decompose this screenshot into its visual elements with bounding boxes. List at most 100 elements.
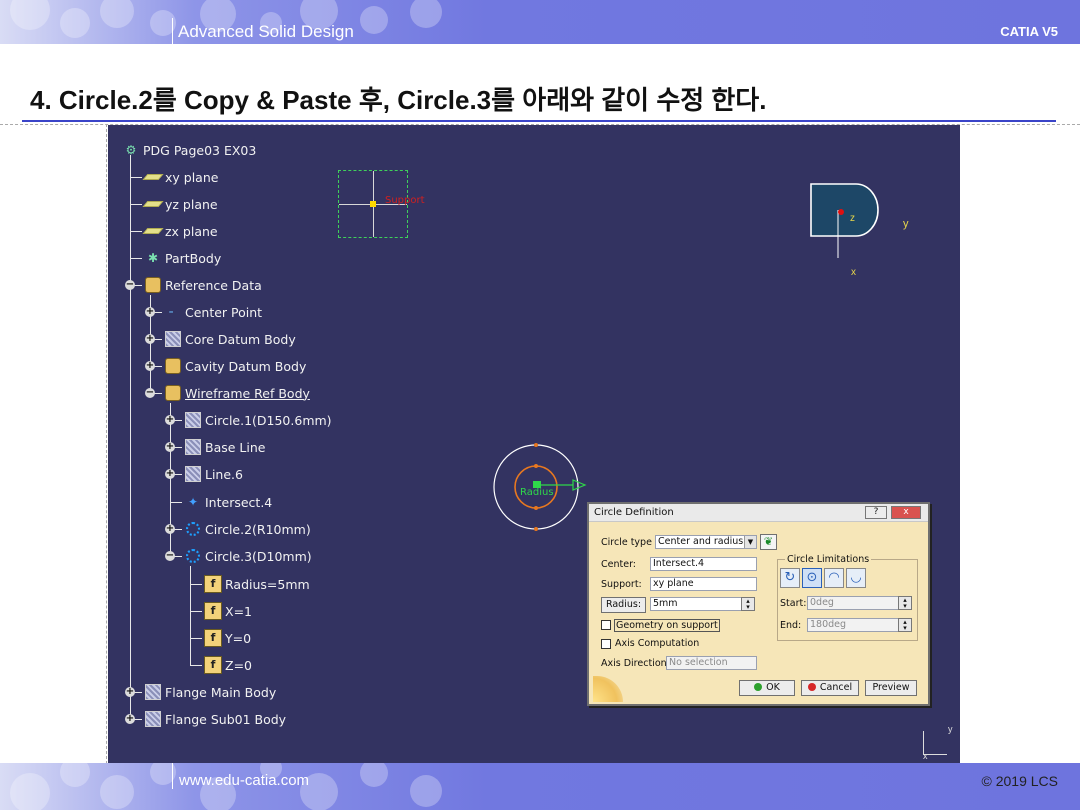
title-underline	[22, 120, 1056, 122]
tree-item-yz-plane[interactable]: yz plane	[142, 194, 218, 214]
product-name: CATIA V5	[1000, 24, 1058, 39]
parameter-icon: f	[204, 656, 222, 674]
ok-button[interactable]: OK	[739, 680, 795, 696]
page-title: 4. Circle.2를 Copy & Paste 후, Circle.3를 아…	[30, 85, 767, 115]
axis-computation-label: Axis Computation	[615, 638, 700, 649]
body-icon	[185, 466, 201, 482]
parameter-icon: f	[204, 629, 222, 647]
trimmed-circle-icon[interactable]: ◠	[824, 568, 844, 588]
tree-item-reference-data[interactable]: Reference Data	[144, 275, 262, 295]
plane-icon	[142, 174, 164, 180]
specification-tree: − + + + − + + + + − + + ⚙ PDG Page03 EX0…	[108, 125, 508, 763]
tree-item-circle-2[interactable]: Circle.2(R10mm)	[184, 519, 311, 539]
plane-icon	[142, 201, 164, 207]
tree-item-wireframe-ref-body[interactable]: Wireframe Ref Body	[164, 383, 310, 403]
expand-icon[interactable]: +	[145, 334, 155, 344]
tree-item-flange-main-body[interactable]: Flange Main Body	[144, 682, 276, 702]
geometrical-set-icon	[145, 277, 161, 293]
tree-item-flange-sub01-body[interactable]: Flange Sub01 Body	[144, 709, 286, 729]
expand-icon[interactable]: +	[165, 442, 175, 452]
tree-item-cavity-datum-body[interactable]: Cavity Datum Body	[164, 356, 306, 376]
header-title: Advanced Solid Design	[178, 22, 354, 41]
support-field[interactable]: xy plane	[650, 577, 757, 591]
tree-item-circle-3[interactable]: Circle.3(D10mm)	[184, 546, 312, 566]
footer-divider	[172, 763, 173, 789]
copyright: © 2019 LCS	[981, 773, 1058, 789]
body-icon	[165, 331, 181, 347]
part-circle-icon[interactable]: ↻	[780, 568, 800, 588]
tree-item-radius[interactable]: f Radius=5mm	[204, 574, 310, 594]
compass-x-label: x	[923, 751, 928, 761]
collapse-icon[interactable]: −	[125, 280, 135, 290]
website-link[interactable]: www.edu-catia.com	[179, 772, 309, 789]
tree-item-z[interactable]: f Z=0	[204, 655, 252, 675]
tree-item-core-datum-body[interactable]: Core Datum Body	[164, 329, 296, 349]
body-icon	[145, 711, 161, 727]
collapse-icon[interactable]: −	[165, 551, 175, 561]
dialog-titlebar[interactable]: Circle Definition ? x	[589, 504, 928, 522]
complementary-circle-icon[interactable]: ◡	[846, 568, 866, 588]
guide-line-vertical	[106, 124, 107, 764]
ok-icon	[754, 683, 763, 691]
expand-icon[interactable]: +	[165, 524, 175, 534]
axis-widget	[810, 183, 879, 258]
tree-item-xy-plane[interactable]: xy plane	[142, 167, 218, 187]
plane-icon	[142, 228, 164, 234]
circle-icon	[186, 549, 200, 563]
center-field[interactable]: Intersect.4	[650, 557, 757, 571]
law-button-icon[interactable]: ❦	[760, 534, 777, 550]
tree-item-zx-plane[interactable]: zx plane	[142, 221, 218, 241]
tree-item-x[interactable]: f X=1	[204, 601, 252, 621]
start-label: Start:	[780, 598, 807, 609]
start-field[interactable]: 0deg	[807, 596, 899, 610]
end-spinner[interactable]: ▴ ▾	[898, 618, 912, 632]
tree-item-circle-1[interactable]: Circle.1(D150.6mm)	[184, 410, 332, 430]
tree-item-intersect-4[interactable]: ✦ Intersect.4	[184, 492, 272, 512]
support-label: Support:	[601, 579, 642, 590]
cancel-button[interactable]: Cancel	[801, 680, 859, 696]
circle-definition-dialog[interactable]: Circle Definition ? x Circle type : Cent…	[587, 502, 930, 706]
center-point[interactable]	[370, 201, 376, 207]
tree-root[interactable]: ⚙ PDG Page03 EX03	[122, 140, 257, 160]
radius-spinner[interactable]: ▴ ▾	[741, 597, 755, 611]
tree-item-base-line[interactable]: Base Line	[184, 437, 265, 457]
point-icon: ╴	[169, 305, 177, 319]
tree-item-center-point[interactable]: ╴ Center Point	[164, 302, 262, 322]
expand-icon[interactable]: +	[145, 307, 155, 317]
preview-button[interactable]: Preview	[865, 680, 917, 696]
help-button[interactable]: ?	[865, 506, 887, 519]
center-label: Center:	[601, 559, 637, 570]
axis-y-label: y	[903, 218, 909, 230]
tree-item-y[interactable]: f Y=0	[204, 628, 251, 648]
axis-z-label: z	[850, 213, 855, 224]
header-divider	[172, 18, 173, 44]
axis-direction-field[interactable]: No selection	[666, 656, 757, 670]
collapse-icon[interactable]: −	[145, 388, 155, 398]
tree-item-line-6[interactable]: Line.6	[184, 464, 243, 484]
part-icon: ⚙	[125, 143, 137, 157]
start-spinner[interactable]: ▴ ▾	[898, 596, 912, 610]
parameter-icon: f	[204, 602, 222, 620]
circle-type-select[interactable]: Center and radius ▼	[655, 535, 757, 549]
close-button[interactable]: x	[891, 506, 921, 519]
radius-field[interactable]: 5mm	[650, 597, 743, 611]
body-icon	[185, 412, 201, 428]
expand-icon[interactable]: +	[145, 361, 155, 371]
radius-button[interactable]: Radius:	[601, 597, 646, 613]
parameter-icon: f	[204, 575, 222, 593]
geometrical-set-icon	[165, 358, 181, 374]
expand-icon[interactable]: +	[125, 714, 135, 724]
axis-computation-checkbox[interactable]	[601, 639, 611, 649]
chevron-down-icon[interactable]: ▼	[744, 536, 756, 548]
tree-item-partbody[interactable]: ✱ PartBody	[144, 248, 221, 268]
expand-icon[interactable]: +	[165, 469, 175, 479]
end-field[interactable]: 180deg	[807, 618, 899, 632]
gear-icon: ✱	[147, 251, 159, 265]
whole-circle-icon[interactable]: ⊙	[802, 568, 822, 588]
expand-icon[interactable]: +	[125, 687, 135, 697]
axis-x-label: x	[851, 267, 856, 278]
intersect-icon: ✦	[187, 495, 199, 509]
geometry-on-support-checkbox[interactable]	[601, 620, 611, 630]
expand-icon[interactable]: +	[165, 415, 175, 425]
circle-icon	[186, 522, 200, 536]
